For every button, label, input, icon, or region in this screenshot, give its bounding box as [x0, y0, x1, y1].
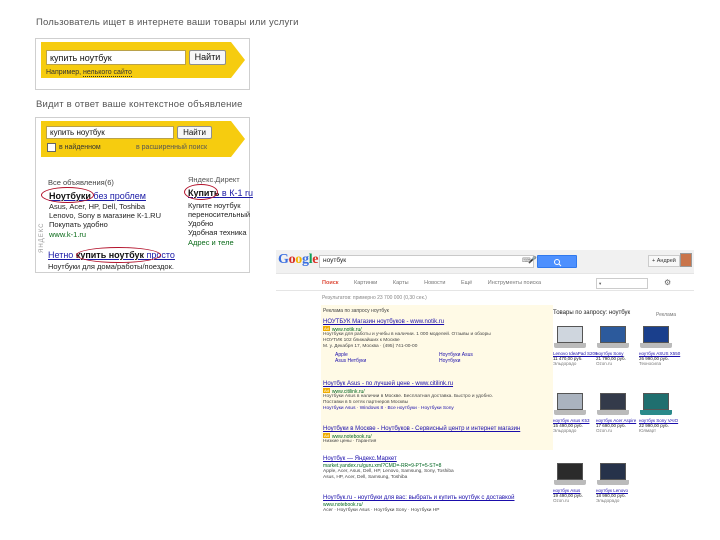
laptop-image	[553, 462, 587, 488]
ad3-title-prefix: Нетно	[48, 250, 76, 260]
tab-tools[interactable]: Инструменты поиска	[488, 280, 541, 286]
tab-search[interactable]: Поиск	[322, 280, 339, 286]
highlight-oval	[41, 187, 94, 203]
product-card[interactable]: ноутбук Asus K53 15 490,00 руб. Эльдорад…	[553, 392, 591, 433]
google-tabs: Поиск Картинки Карты Новости Ещё Инструм…	[322, 280, 555, 286]
ad-title[interactable]: Ноутбуки в Москве - Ноутбуков - Сервисны…	[323, 426, 520, 432]
ad2-line: Удобно	[188, 219, 214, 228]
google-search-button[interactable]	[537, 255, 577, 268]
gear-icon[interactable]: ⚙	[664, 278, 671, 287]
ad3-line: Ноутбуки для дома/работы/поездок.	[48, 262, 174, 271]
tab-maps[interactable]: Карты	[393, 280, 409, 286]
product-store: Эльдорадо	[596, 498, 620, 503]
yandex-hint-prefix: Например,	[46, 69, 84, 76]
yandex-find-button-2[interactable]: Найти	[177, 126, 212, 139]
laptop-image	[639, 392, 673, 418]
ad-title[interactable]: Ноутбук Asus - по лучшей цене - www.citi…	[323, 381, 453, 387]
result-title[interactable]: Ноутбук — Яндекс.Маркет	[323, 456, 397, 462]
yandex-serp-box: купить ноутбук Найти в найденном в расши…	[35, 117, 253, 273]
yandex-query-input-2[interactable]: купить ноутбук	[46, 126, 174, 139]
in-found-label: в найденном	[59, 144, 101, 151]
ad1-line: Покупать удобно	[49, 220, 108, 229]
google-serp: Google ноутбук ⌨ 🎤 + Андрей Поиск Картин…	[276, 250, 694, 520]
highlight-oval	[76, 247, 161, 263]
laptop-image	[553, 392, 587, 418]
product-card[interactable]: ноутбук Lenovo 18 990,00 руб. Эльдорадо	[596, 462, 634, 503]
ad2-line: Удобная техника	[188, 228, 247, 237]
highlight-oval	[184, 184, 218, 200]
ad-badge: Ad	[323, 388, 330, 393]
laptop-image	[596, 325, 630, 351]
ad-line[interactable]: Ноутбуки Asus · Windows 8 · Все ноутбуки…	[323, 406, 454, 412]
safe-search-dropdown[interactable]: ▾	[596, 278, 648, 289]
caption-mid: Видит в ответ ваше контекстное объявлени…	[36, 99, 243, 110]
product-card[interactable]: ноутбук Acer Aspire 17 690,00 руб. Ozon.…	[596, 392, 636, 433]
google-logo[interactable]: Google	[278, 252, 319, 268]
yandex-bar-arrow	[231, 42, 245, 78]
in-found-checkbox[interactable]	[47, 143, 56, 152]
ad1-line: Lenovo, Sony в магазине К-1.RU	[49, 211, 161, 220]
yandex-direct-header[interactable]: Яндекс.Директ	[188, 175, 240, 184]
sitelink[interactable]: Ноутбуки	[439, 358, 460, 364]
google-header: Google ноутбук ⌨ 🎤 + Андрей	[276, 250, 694, 274]
ad2-line: переносительный	[188, 210, 251, 219]
product-store: Техносила	[639, 361, 662, 366]
ad1-title-rest: без проблем	[90, 191, 146, 201]
microphone-icon[interactable]: 🎤	[528, 256, 537, 264]
results-count: Результатов: примерно 23 700 000 (0,30 с…	[322, 295, 427, 301]
all-ads-header[interactable]: Все объявления(6)	[48, 178, 114, 187]
yandex-hint-1: Например, нелького сайто	[46, 69, 132, 77]
product-store: Ozon.ru	[596, 428, 613, 433]
shopping-title[interactable]: Товары по запросу: ноутбук	[553, 310, 630, 316]
result-line: Acer · Ноутбуки Asus · Ноутбуки Sony · Н…	[323, 508, 440, 513]
product-card[interactable]: ноутбук ASUS X550 26 990,00 руб. Техноси…	[639, 325, 680, 366]
ad2-url[interactable]: Адрес и теле	[188, 238, 234, 247]
laptop-image	[639, 325, 673, 351]
avatar[interactable]	[680, 253, 692, 267]
caption-top: Пользователь ищет в интернете ваши товар…	[36, 17, 299, 28]
laptop-image	[553, 325, 587, 351]
product-store: Ozon.ru	[553, 498, 570, 503]
ads-header: Реклама по запросу ноутбук	[323, 308, 389, 314]
google-ads-block: Реклама по запросу ноутбук НОУТБУК Магаз…	[321, 305, 553, 450]
yandex-vertical-logo: ЯНДЕКС	[39, 222, 45, 254]
divider	[276, 290, 694, 291]
ad2-title-rest: в К-1 ru	[219, 188, 253, 198]
ad2-line: Купите ноутбук	[188, 201, 241, 210]
ad-title[interactable]: НОУТБУК Магазин ноутбуков - www.notik.ru	[323, 319, 444, 325]
laptop-image	[596, 392, 630, 418]
ad1-line: Asus, Acer, HP, Dell, Toshiba	[49, 202, 146, 211]
product-store: Эльдорадо	[553, 361, 577, 366]
product-store: Юлмарт	[639, 428, 657, 433]
ad-badge: Ad	[323, 326, 330, 331]
product-card[interactable]: ноутбук Sony 21 790,00 руб. Ozon.ru	[596, 325, 634, 366]
google-search-input[interactable]: ноутбук	[319, 255, 534, 268]
yandex-find-button-1[interactable]: Найти	[189, 50, 226, 65]
product-store: Эльдорадо	[553, 428, 577, 433]
shopping-ad-label: Реклама	[656, 312, 677, 318]
yandex-query-input-1[interactable]: купить ноутбук	[46, 50, 186, 65]
sitelink[interactable]: Asus Нетбуки	[335, 358, 366, 364]
yandex-bar-arrow-2	[231, 121, 245, 157]
product-card[interactable]: ноутбук Asus 19 490,00 руб. Ozon.ru	[553, 462, 591, 503]
laptop-image	[596, 462, 630, 488]
result-line: Asus, HP, Acer, Dell, Samsung, Toshiba	[323, 475, 408, 480]
tab-news[interactable]: Новости	[424, 280, 445, 286]
yandex-hint-link[interactable]: нелького сайто	[83, 69, 132, 77]
product-card[interactable]: ноутбук Sony VAIO 22 990,00 руб. Юлмарт	[639, 392, 678, 433]
ad-line: М. у. Декабря 17, Москва · (495) 741-00-…	[323, 344, 418, 349]
tab-images[interactable]: Картинки	[354, 280, 377, 286]
tab-more[interactable]: Ещё	[461, 280, 472, 286]
search-icon	[554, 259, 562, 267]
ad-badge: Ad	[323, 433, 330, 438]
product-store: Ozon.ru	[596, 361, 613, 366]
ad1-url[interactable]: www.k-1.ru	[49, 230, 86, 239]
user-button[interactable]: + Андрей	[648, 255, 680, 267]
advanced-search-link[interactable]: в расширенный поиск	[136, 144, 207, 151]
product-card[interactable]: Lenovo IdeaPad S206 11 470,00 руб. Эльдо…	[553, 325, 598, 366]
yandex-search-box-1: купить ноутбук Найти Например, нелького …	[35, 38, 250, 90]
result-title[interactable]: Ноутбук.ru - ноутбуки для вас: выбрать и…	[323, 495, 515, 501]
ad-line: Низкие цены · Гарантия	[323, 439, 377, 444]
